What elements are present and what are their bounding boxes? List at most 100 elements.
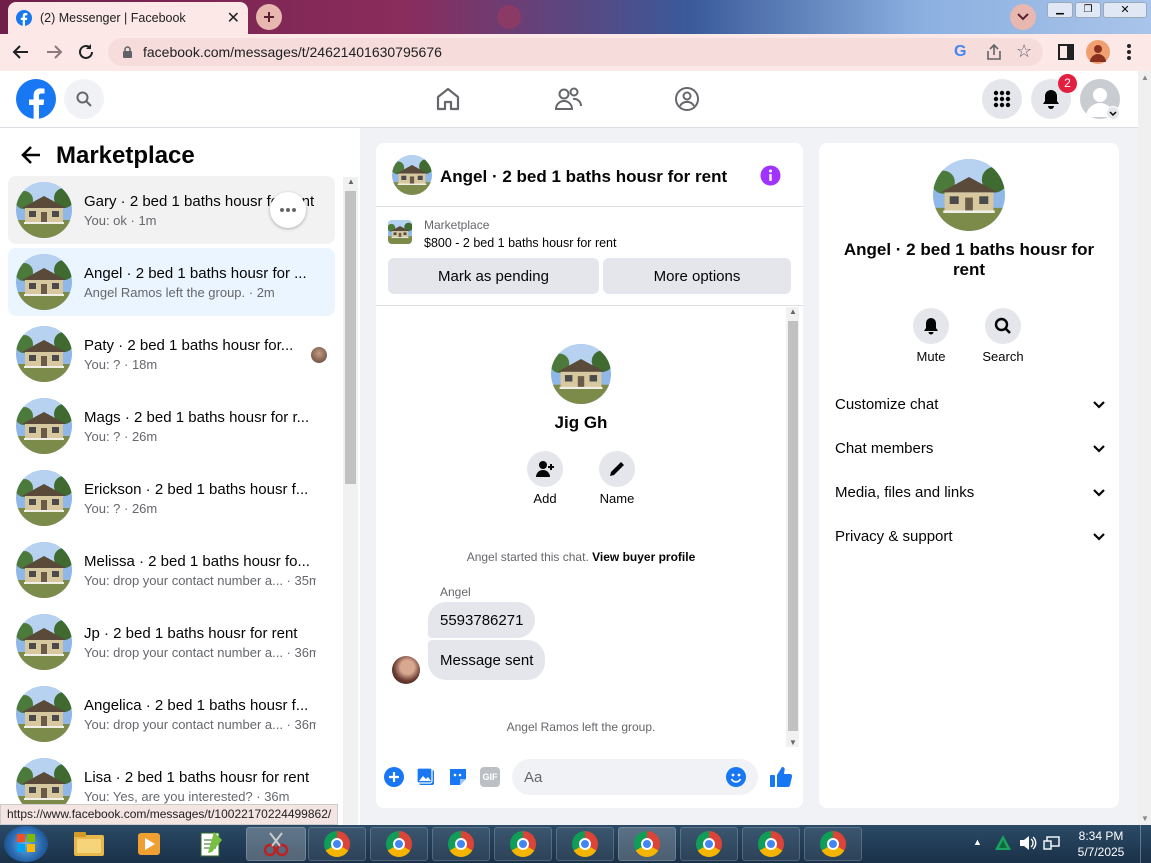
menu-button[interactable] bbox=[982, 79, 1022, 119]
clock-date[interactable]: 5/7/2025 bbox=[1070, 845, 1132, 859]
chrome-profile-taskbar-icon[interactable] bbox=[432, 827, 490, 861]
show-hidden-icons[interactable]: ▲ bbox=[973, 837, 982, 847]
bell-icon bbox=[1042, 89, 1060, 109]
window-minimize-button[interactable]: ▁ bbox=[1047, 2, 1073, 18]
more-options-button[interactable]: More options bbox=[603, 258, 791, 294]
chrome-profile-taskbar-icon[interactable] bbox=[494, 827, 552, 861]
message-bubble[interactable]: Message sent bbox=[428, 640, 546, 680]
chrome-profile-taskbar-icon[interactable] bbox=[556, 827, 614, 861]
url-text: facebook.com/messages/t/2462140163079567… bbox=[143, 44, 442, 60]
message-input-placeholder: Aa bbox=[524, 768, 543, 786]
page-scrollbar[interactable]: ▲ ▼ bbox=[1138, 71, 1151, 825]
network-icon[interactable] bbox=[1043, 835, 1061, 851]
tab-record-icon[interactable] bbox=[497, 5, 521, 29]
tray-app-icon[interactable] bbox=[994, 834, 1012, 852]
group-avatar[interactable] bbox=[551, 344, 611, 404]
side-panel-icon[interactable] bbox=[1058, 44, 1074, 60]
chrome-profile-taskbar-icon[interactable] bbox=[680, 827, 738, 861]
google-lens-icon[interactable]: G bbox=[954, 43, 966, 61]
reload-icon[interactable] bbox=[77, 43, 95, 61]
conversation-item[interactable]: Mags · 2 bed 1 baths housr for r... You: … bbox=[8, 392, 335, 460]
conversation-item[interactable]: Paty · 2 bed 1 baths housr for... You: ? … bbox=[8, 320, 335, 388]
sender-avatar[interactable] bbox=[392, 656, 420, 684]
thread-scrollbar[interactable]: ▲ ▼ bbox=[786, 307, 799, 747]
share-icon[interactable] bbox=[985, 43, 1003, 61]
snipping-tool-taskbar-icon[interactable] bbox=[246, 827, 306, 861]
conversation-item[interactable]: Melissa · 2 bed 1 baths housr fo... You: … bbox=[8, 536, 335, 604]
listing-description[interactable]: $800 - 2 bed 1 baths housr for rent bbox=[424, 236, 617, 250]
message-bubble[interactable]: 5593786271 bbox=[428, 602, 536, 638]
chrome-taskbar-icon[interactable] bbox=[308, 827, 366, 861]
groups-icon[interactable] bbox=[674, 86, 700, 112]
profile-avatar-icon[interactable] bbox=[1086, 40, 1110, 64]
back-arrow-icon[interactable] bbox=[12, 43, 30, 61]
conversation-text: Angelica · 2 bed 1 baths housr f... You: … bbox=[84, 697, 316, 732]
back-button[interactable] bbox=[20, 145, 42, 165]
volume-icon[interactable] bbox=[1019, 835, 1037, 851]
mute-button[interactable] bbox=[913, 308, 949, 344]
privacy-support-section[interactable]: Privacy & support bbox=[835, 528, 1105, 545]
media-player-taskbar-icon[interactable] bbox=[120, 827, 178, 861]
facebook-header: 2 bbox=[0, 71, 1138, 128]
search-icon bbox=[994, 317, 1012, 335]
chat-members-section[interactable]: Chat members bbox=[835, 440, 1105, 457]
search-conversation-button[interactable] bbox=[985, 308, 1021, 344]
browser-tab-google-search[interactable] bbox=[300, 6, 490, 28]
composer: GIF Aa bbox=[376, 755, 803, 799]
chrome-profile-taskbar-icon[interactable] bbox=[742, 827, 800, 861]
sticker-icon[interactable] bbox=[448, 767, 468, 787]
new-tab-button[interactable] bbox=[256, 4, 282, 30]
like-thumb-icon[interactable] bbox=[769, 765, 793, 789]
clock-time[interactable]: 8:34 PM bbox=[1070, 829, 1132, 843]
plus-circle-icon[interactable] bbox=[384, 767, 404, 787]
start-button[interactable] bbox=[4, 826, 48, 862]
add-member-button[interactable] bbox=[527, 451, 563, 487]
chat-avatar[interactable] bbox=[392, 155, 432, 195]
photo-icon[interactable] bbox=[416, 767, 436, 787]
chrome-profile-taskbar-icon[interactable] bbox=[804, 827, 862, 861]
account-chevron-icon[interactable] bbox=[1106, 106, 1120, 120]
conversation-options-button[interactable] bbox=[270, 192, 306, 228]
conversation-item[interactable]: Angelica · 2 bed 1 baths housr f... You: … bbox=[8, 680, 335, 748]
tab-search-chevron-icon[interactable] bbox=[1010, 4, 1036, 30]
facebook-logo-icon[interactable] bbox=[16, 79, 56, 119]
conversation-item[interactable]: Erickson · 2 bed 1 baths housr f... You: … bbox=[8, 464, 335, 532]
explorer-taskbar-icon[interactable] bbox=[58, 827, 120, 861]
search-button[interactable] bbox=[64, 79, 104, 119]
emoji-icon[interactable] bbox=[726, 767, 746, 787]
conversation-item[interactable]: Angel · 2 bed 1 baths housr for ... Angel… bbox=[8, 248, 335, 316]
edit-name-button[interactable] bbox=[599, 451, 635, 487]
more-dots-icon bbox=[280, 208, 296, 212]
forward-arrow-icon[interactable] bbox=[45, 43, 63, 61]
info-icon[interactable] bbox=[760, 165, 781, 186]
media-files-links-section[interactable]: Media, files and links bbox=[835, 484, 1105, 501]
show-desktop-button[interactable] bbox=[1140, 825, 1151, 863]
chrome-profile-taskbar-icon[interactable] bbox=[370, 827, 428, 861]
mark-pending-button[interactable]: Mark as pending bbox=[388, 258, 599, 294]
listing-thumbnail[interactable] bbox=[388, 220, 412, 244]
conversation-item[interactable]: Jp · 2 bed 1 baths housr for rent You: dr… bbox=[8, 608, 335, 676]
tab-close-icon[interactable]: ✕ bbox=[227, 8, 240, 28]
address-bar[interactable]: facebook.com/messages/t/2462140163079567… bbox=[108, 38, 1043, 66]
section-label: Media, files and links bbox=[835, 484, 975, 501]
conversation-name: Angelica · 2 bed 1 baths housr f... bbox=[84, 696, 309, 714]
friends-icon[interactable] bbox=[554, 86, 582, 112]
gif-icon[interactable]: GIF bbox=[480, 767, 500, 787]
browser-tab-messenger[interactable]: (2) Messenger | Facebook ✕ bbox=[8, 2, 248, 34]
info-avatar[interactable] bbox=[933, 159, 1005, 231]
bookmark-star-icon[interactable]: ☆ bbox=[1016, 41, 1032, 62]
chrome-profile-taskbar-icon[interactable] bbox=[618, 827, 676, 861]
conversation-list-scrollbar[interactable]: ▲ bbox=[343, 177, 358, 825]
chrome-menu-icon[interactable] bbox=[1126, 43, 1132, 61]
window-restore-button[interactable]: ❐ bbox=[1075, 2, 1101, 18]
window-close-button[interactable]: ✕ bbox=[1103, 2, 1147, 18]
message-input[interactable]: Aa bbox=[512, 759, 758, 795]
view-buyer-profile-link[interactable]: View buyer profile bbox=[592, 550, 695, 564]
notepad-taskbar-icon[interactable] bbox=[182, 827, 240, 861]
customize-chat-section[interactable]: Customize chat bbox=[835, 396, 1105, 413]
started-text: Angel started this chat. bbox=[466, 550, 589, 564]
conversation-avatar bbox=[16, 326, 72, 382]
home-icon[interactable] bbox=[435, 86, 461, 112]
browser-tab-bar: (2) Messenger | Facebook ✕ ▁ ❐ ✕ bbox=[0, 0, 1151, 34]
chat-title[interactable]: Angel · 2 bed 1 baths housr for rent bbox=[440, 167, 727, 187]
